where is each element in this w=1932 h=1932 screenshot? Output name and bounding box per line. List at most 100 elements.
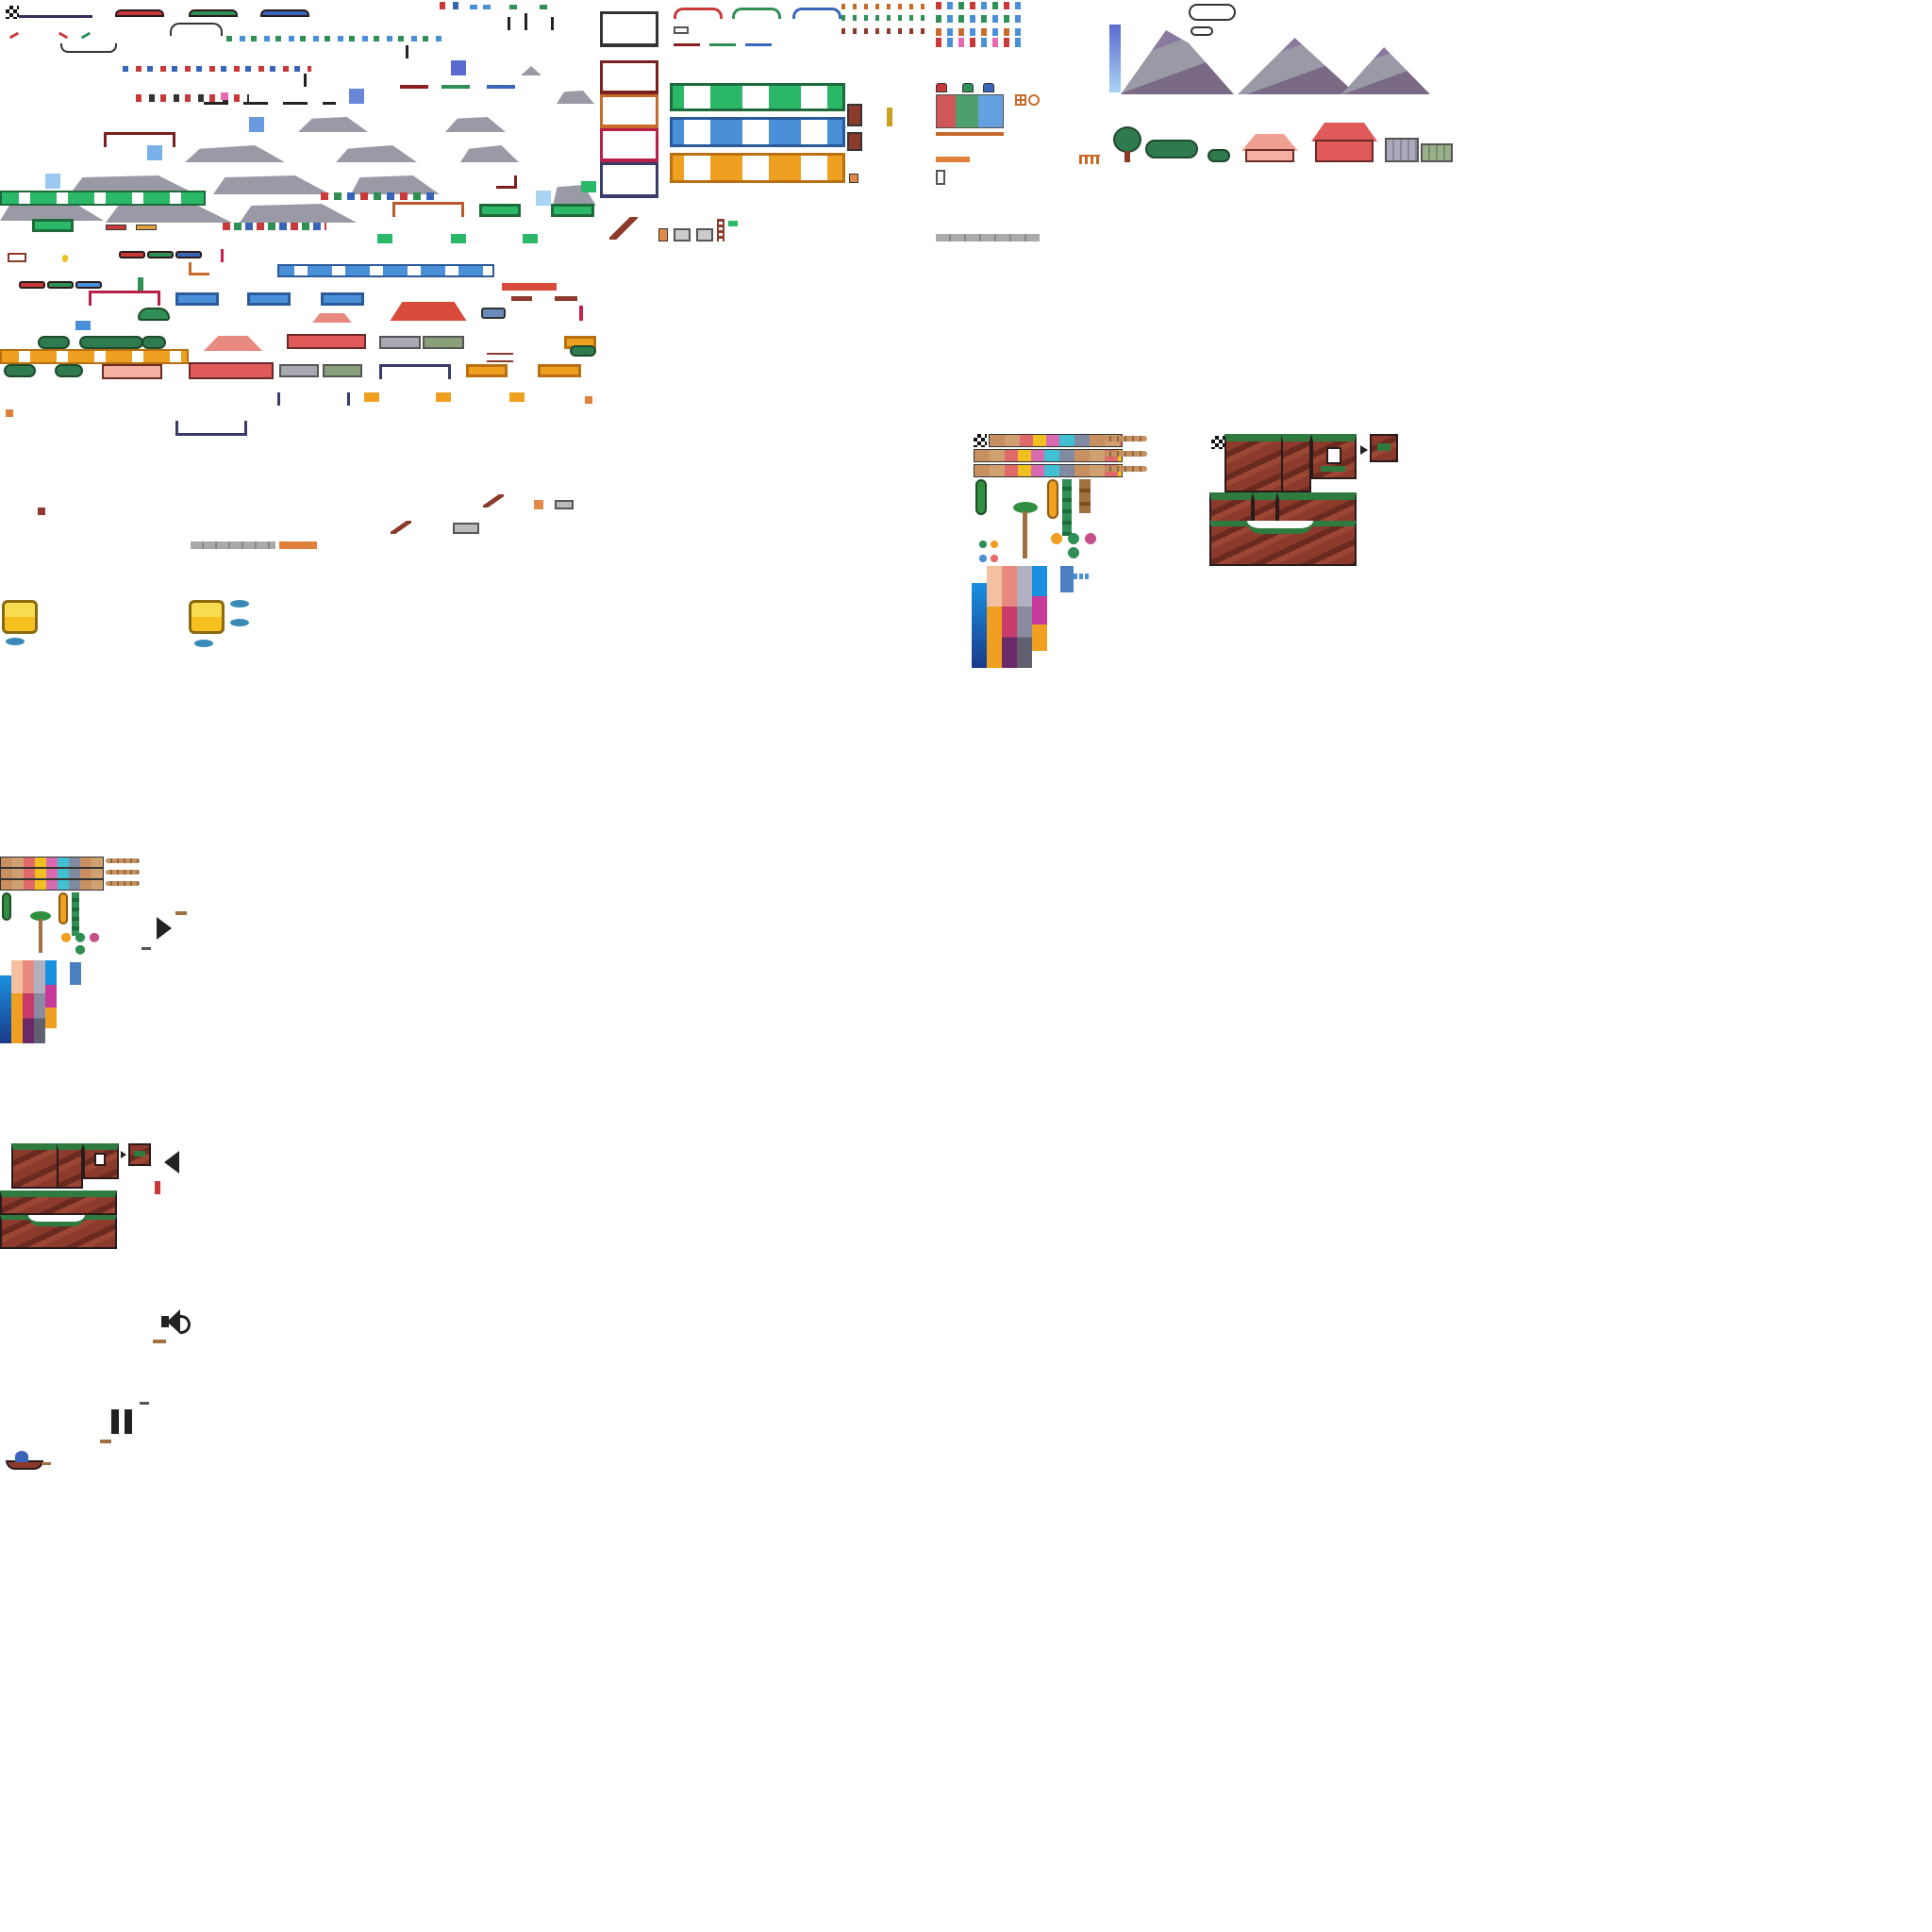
stairs-sprite	[391, 521, 411, 534]
pillar-sprite	[406, 45, 408, 58]
grass-tuft-sprite	[134, 1151, 145, 1157]
divider-line	[19, 15, 92, 18]
green-building-sprite	[423, 336, 464, 349]
dirt-ledge-tile	[1209, 492, 1253, 523]
orange-dot-sprite	[62, 255, 68, 262]
room-frame-orange	[600, 94, 658, 128]
tile-row	[0, 857, 104, 868]
speaker-glyph	[161, 1309, 191, 1334]
terrain-large	[1209, 432, 1407, 569]
main-sprite-sheet	[0, 0, 604, 566]
mountain-sprite	[351, 175, 440, 194]
tree-sprite	[4, 364, 36, 377]
green-building-sprite	[1421, 143, 1453, 162]
tree-sprite	[570, 345, 596, 357]
ground-dip	[28, 1215, 85, 1226]
bus-sprite	[481, 308, 506, 319]
stove-sprite	[674, 26, 689, 34]
dirt-ledge-tile	[1277, 492, 1357, 523]
play-icon[interactable]	[151, 915, 177, 941]
dirt-ledge-tile	[0, 1191, 117, 1215]
cave-hole	[94, 1153, 106, 1166]
cloud-sprite	[1191, 26, 1213, 36]
checker-marker-icon	[6, 6, 19, 19]
house-body-sprite	[287, 334, 366, 349]
pause-glyph	[111, 1409, 132, 1434]
color-column	[34, 960, 45, 1043]
small-green-chair-sprite	[540, 5, 547, 9]
rope-sprite	[106, 870, 140, 874]
red-sofa-sprite	[19, 281, 45, 289]
small-blue-chair-sprite	[483, 5, 491, 9]
color-column	[1002, 566, 1017, 668]
sky-gradient-sprite	[1109, 25, 1121, 92]
mushroom-row	[1045, 530, 1102, 558]
gold-coin-block-sprite	[2, 600, 38, 634]
small-house-body-sprite	[1245, 149, 1294, 162]
small-items-row	[226, 36, 443, 42]
cloud-sprite	[170, 23, 223, 36]
small-items-row	[841, 4, 926, 9]
gray-building-sprite	[379, 336, 421, 349]
green-block-sprite	[551, 204, 594, 217]
small-items-row	[936, 15, 1023, 23]
buildings-row-sprite	[936, 234, 1040, 242]
mountain-sprite	[521, 66, 541, 75]
brown-frame-sprite	[392, 202, 464, 217]
fridge-sprite	[936, 170, 945, 185]
bush-sprite	[1208, 149, 1230, 162]
tree-sprite	[138, 308, 170, 321]
mountain-large-sprite	[1341, 47, 1430, 94]
orange-block-sprite	[936, 157, 970, 162]
stairs-sprite	[609, 217, 638, 240]
window-sprite	[555, 500, 574, 509]
window-sprite	[453, 523, 479, 534]
red-platform-sprite	[400, 85, 428, 89]
fence-sprite	[487, 353, 513, 362]
arrow-right-icon	[121, 1151, 126, 1158]
tile-row	[0, 868, 104, 879]
color-column	[1060, 566, 1074, 592]
green-block-sprite	[523, 234, 538, 243]
fish-sprite	[230, 600, 249, 608]
small-items-row	[936, 38, 1023, 47]
cloud-sprite	[1189, 4, 1236, 21]
mountain-sprite	[445, 117, 506, 132]
orange-block-sprite	[6, 409, 13, 417]
tile-row	[989, 434, 1123, 447]
small-items-row	[936, 28, 1023, 36]
orange-pillar-sprite	[1047, 479, 1058, 519]
bench-sprite	[511, 296, 532, 301]
rope-sprite	[1104, 436, 1147, 441]
color-column	[1032, 566, 1047, 596]
house-roof-sprite	[390, 302, 467, 321]
blue-block-sprite	[321, 292, 364, 306]
small-bird-sprite	[42, 1462, 51, 1465]
door-sprite	[658, 228, 668, 242]
red-armchair-sprite	[936, 83, 947, 92]
green-floor-strip	[0, 191, 206, 206]
ladder-sprite	[717, 219, 724, 242]
boat-rider-sprite	[15, 1451, 28, 1462]
magenta-frame-sprite	[89, 291, 160, 306]
sound-icon[interactable]	[160, 1307, 191, 1336]
pause-icon[interactable]	[108, 1407, 136, 1436]
rope-sprite	[106, 858, 140, 863]
blue-potion-sprite	[453, 2, 458, 9]
room-frame-brown	[600, 60, 658, 94]
color-column	[972, 583, 987, 668]
table-sprite	[849, 174, 858, 183]
small-pink-sprite	[221, 92, 228, 100]
orange-block-sprite	[538, 364, 581, 377]
mountain-large-sprite	[1121, 30, 1234, 94]
red-pipe-sprite	[58, 31, 69, 40]
pillar-sprite	[347, 392, 350, 406]
back-icon[interactable]	[158, 1149, 185, 1175]
bed-sprite	[136, 225, 157, 230]
fish-sprite	[194, 640, 213, 647]
color-column	[1032, 596, 1047, 625]
blue-armchair-sprite	[983, 83, 994, 92]
blue-platform-sprite	[487, 85, 515, 89]
red-frame-sprite	[104, 132, 175, 147]
green-roof-sprite	[189, 9, 238, 17]
